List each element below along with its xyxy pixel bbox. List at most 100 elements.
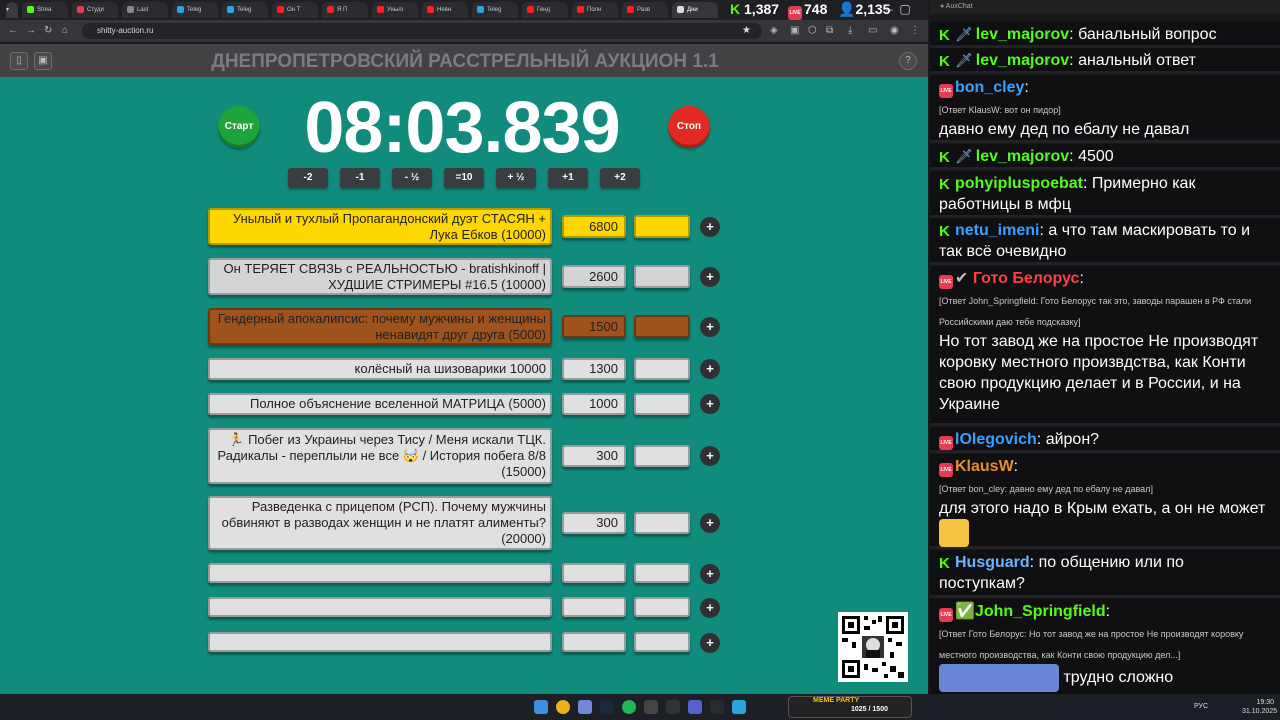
tab-7[interactable]: Унылі bbox=[372, 2, 418, 18]
steam-icon[interactable] bbox=[600, 700, 614, 714]
lot-amount-3[interactable]: 1500 bbox=[562, 315, 626, 338]
tab-menu-icon[interactable]: ▾ bbox=[6, 2, 18, 18]
lot-add-input-6[interactable] bbox=[634, 445, 690, 467]
url-field[interactable]: shitty-auction.ru bbox=[82, 23, 762, 39]
lot-amount-1[interactable]: 6800 bbox=[562, 215, 626, 238]
lot-name-5[interactable]: Полное объяснение вселенной МАТРИЦА (500… bbox=[208, 393, 552, 415]
extension3-icon[interactable]: ⬡ bbox=[808, 25, 817, 37]
chat-nick[interactable]: netu_imeni bbox=[955, 222, 1039, 239]
chrome-icon[interactable] bbox=[556, 700, 570, 714]
lot-name-10[interactable] bbox=[208, 632, 552, 652]
forward-icon[interactable]: → bbox=[26, 25, 36, 37]
lot-amount-7[interactable]: 300 bbox=[562, 512, 626, 534]
chat-nick[interactable]: Гото Белорус bbox=[973, 270, 1080, 287]
sidepanel-icon[interactable]: ▭ bbox=[868, 25, 877, 37]
start-menu-icon[interactable] bbox=[534, 700, 548, 714]
chat-nick[interactable]: John_Springfield bbox=[975, 603, 1106, 620]
tab-9[interactable]: Teleg bbox=[472, 2, 518, 18]
adjust-plus-half-button[interactable]: + ½ bbox=[496, 168, 536, 188]
lot-name-2[interactable]: Он ТЕРЯЕТ СВЯЗЬ с РЕАЛЬНОСТЬЮ - bratishk… bbox=[208, 258, 552, 295]
lot-add-input-2[interactable] bbox=[634, 265, 690, 288]
bookmark-star-icon[interactable]: ★ bbox=[742, 25, 751, 37]
tab-11[interactable]: Полн bbox=[572, 2, 618, 18]
adjust-reset-10-button[interactable]: =10 bbox=[444, 168, 484, 188]
lot-add-button-7[interactable]: + bbox=[700, 513, 720, 533]
reload-icon[interactable]: ↻ bbox=[44, 25, 52, 37]
lot-name-1[interactable]: Унылый и тухлый Пропагандонский дуэт СТА… bbox=[208, 208, 552, 245]
lot-add-button-3[interactable]: + bbox=[700, 317, 720, 337]
app-icon[interactable] bbox=[666, 700, 680, 714]
lot-add-input-10[interactable] bbox=[634, 632, 690, 652]
chat-nick[interactable]: lev_majorov bbox=[976, 26, 1069, 43]
telegram-icon[interactable] bbox=[732, 700, 746, 714]
tab-0[interactable]: Strea bbox=[22, 2, 68, 18]
app3-icon[interactable] bbox=[710, 700, 724, 714]
tab-12[interactable]: Разв bbox=[622, 2, 668, 18]
lot-add-button-10[interactable]: + bbox=[700, 633, 720, 653]
adjust-plus-1-button[interactable]: +1 bbox=[548, 168, 588, 188]
lot-name-8[interactable] bbox=[208, 563, 552, 583]
discord-icon[interactable] bbox=[578, 700, 592, 714]
tab-4[interactable]: Teleg bbox=[222, 2, 268, 18]
window-controls[interactable]: – ▢ bbox=[886, 0, 911, 18]
lot-amount-5[interactable]: 1000 bbox=[562, 393, 626, 415]
language-indicator[interactable]: РУС bbox=[1194, 703, 1208, 710]
back-icon[interactable]: ← bbox=[8, 25, 18, 37]
tab-13-active[interactable]: Дни bbox=[672, 2, 718, 18]
app2-icon[interactable] bbox=[688, 700, 702, 714]
chat-nick[interactable]: Husguard bbox=[955, 554, 1030, 571]
lot-add-input-8[interactable] bbox=[634, 563, 690, 583]
tab-8[interactable]: Невн bbox=[422, 2, 468, 18]
lot-add-button-8[interactable]: + bbox=[700, 564, 720, 584]
extensions-icon[interactable]: ◈ bbox=[770, 25, 778, 37]
adjust-plus-2-button[interactable]: +2 bbox=[600, 168, 640, 188]
lot-amount-2[interactable]: 2600 bbox=[562, 265, 626, 288]
tab-1[interactable]: Студи bbox=[72, 2, 118, 18]
lot-amount-4[interactable]: 1300 bbox=[562, 358, 626, 380]
tab-2[interactable]: Last bbox=[122, 2, 168, 18]
lot-add-input-5[interactable] bbox=[634, 393, 690, 415]
lot-add-button-9[interactable]: + bbox=[700, 598, 720, 618]
lot-add-input-9[interactable] bbox=[634, 597, 690, 617]
clock[interactable]: 19:30 31.10.2025 bbox=[1242, 698, 1277, 716]
chat-nick[interactable]: bon_cley bbox=[955, 79, 1024, 96]
lot-amount-6[interactable]: 300 bbox=[562, 445, 626, 467]
lot-name-4[interactable]: колёсный на шизоварики 10000 bbox=[208, 358, 552, 380]
chat-nick[interactable]: KlausW bbox=[955, 458, 1014, 475]
spotify-icon[interactable] bbox=[622, 700, 636, 714]
download-icon[interactable]: ⤓ bbox=[848, 25, 852, 37]
lot-add-input-1[interactable] bbox=[634, 215, 690, 238]
chat-nick[interactable]: lOlegovich bbox=[955, 431, 1037, 448]
lot-add-input-7[interactable] bbox=[634, 512, 690, 534]
puzzle-icon[interactable]: ⧉ bbox=[826, 25, 833, 37]
obs-icon[interactable] bbox=[644, 700, 658, 714]
save-icon[interactable]: ▣ bbox=[34, 52, 52, 70]
home-icon[interactable]: ⌂ bbox=[62, 25, 68, 37]
help-icon[interactable]: ? bbox=[899, 52, 917, 70]
lot-add-button-1[interactable]: + bbox=[700, 217, 720, 237]
lot-amount-9[interactable] bbox=[562, 597, 626, 617]
lot-name-6[interactable]: 🏃 Побег из Украины через Тису / Меня иск… bbox=[208, 428, 552, 484]
lot-name-7[interactable]: Разведенка с прицепом (РСП). Почему мужч… bbox=[208, 496, 552, 550]
lot-amount-10[interactable] bbox=[562, 632, 626, 652]
lot-add-button-6[interactable]: + bbox=[700, 446, 720, 466]
adjust-minus-2-button[interactable]: -2 bbox=[288, 168, 328, 188]
sidebar-toggle-icon[interactable]: ▯ bbox=[10, 52, 28, 70]
chat-nick[interactable]: pohyiplusрoebat bbox=[955, 175, 1083, 192]
adjust-minus-1-button[interactable]: -1 bbox=[340, 168, 380, 188]
stop-button[interactable]: Стоп bbox=[668, 106, 710, 148]
lot-add-button-5[interactable]: + bbox=[700, 394, 720, 414]
tab-3[interactable]: Teleg bbox=[172, 2, 218, 18]
tab-6[interactable]: Я П bbox=[322, 2, 368, 18]
start-button[interactable]: Старт bbox=[218, 106, 260, 148]
extension2-icon[interactable]: ▣ bbox=[790, 25, 799, 37]
tab-10[interactable]: Генд bbox=[522, 2, 568, 18]
lot-add-button-4[interactable]: + bbox=[700, 359, 720, 379]
lot-add-input-3[interactable] bbox=[634, 315, 690, 338]
lot-add-input-4[interactable] bbox=[634, 358, 690, 380]
lot-name-9[interactable] bbox=[208, 597, 552, 617]
profile-icon[interactable]: ◉ bbox=[890, 25, 899, 37]
lot-amount-8[interactable] bbox=[562, 563, 626, 583]
adjust-minus-half-button[interactable]: - ½ bbox=[392, 168, 432, 188]
chat-nick[interactable]: lev_majorov bbox=[976, 52, 1069, 69]
